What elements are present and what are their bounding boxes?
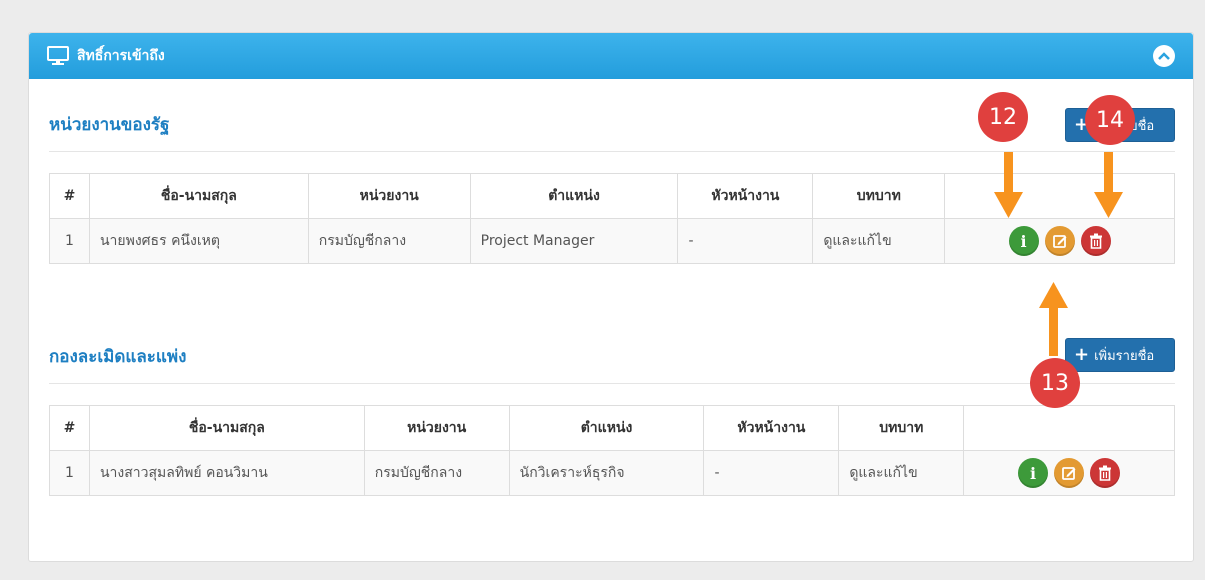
annotation-badge-13: 13 — [1030, 358, 1080, 408]
arrow-down-icon — [994, 152, 1023, 218]
arrow-down-icon — [1094, 152, 1123, 218]
annotation-arrows — [994, 152, 1123, 356]
annotation-badge-14: 14 — [1085, 95, 1135, 145]
annotation-badge-12: 12 — [978, 92, 1028, 142]
arrow-up-icon — [1039, 282, 1068, 356]
